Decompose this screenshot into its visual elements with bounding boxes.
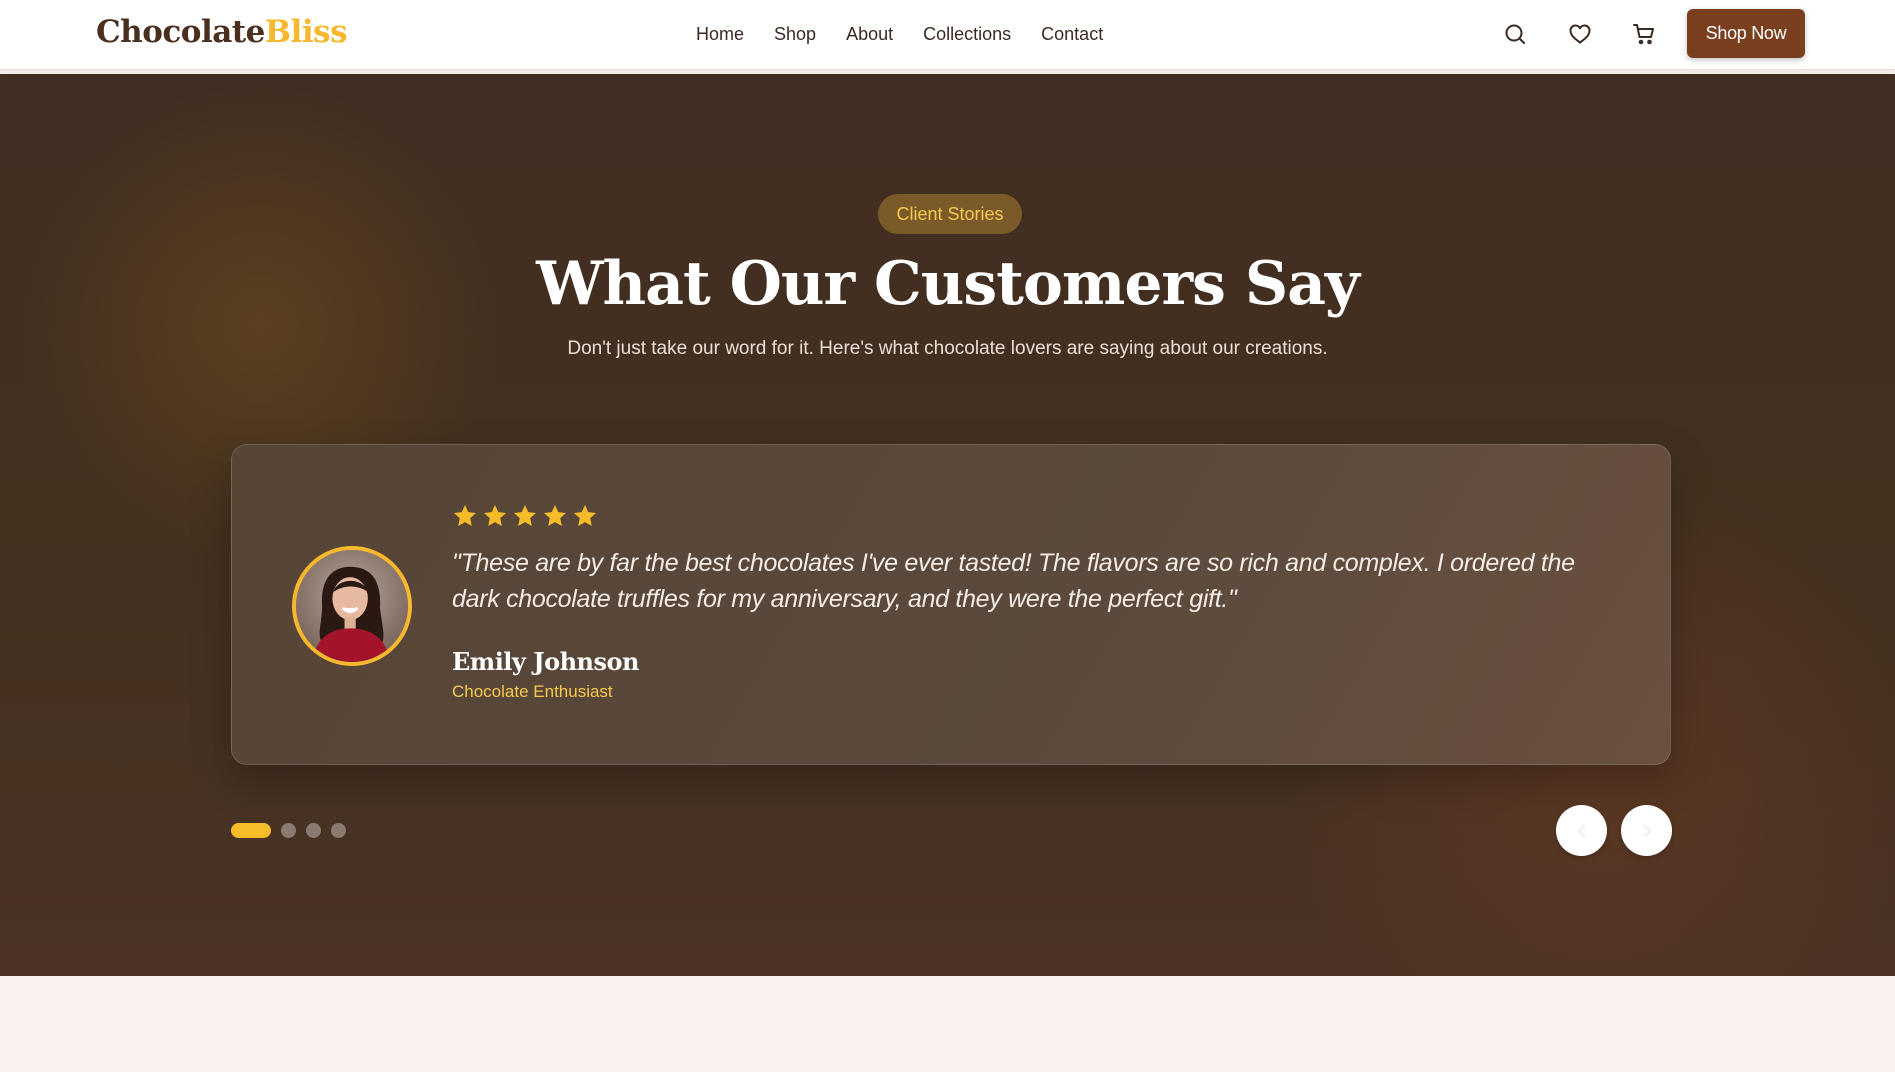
carousel-dot-4[interactable] xyxy=(331,823,346,838)
testimonial-quote: "These are by far the best chocolates I'… xyxy=(452,549,1575,613)
section-badge: Client Stories xyxy=(878,194,1022,234)
search-icon[interactable] xyxy=(1501,20,1529,48)
nav-contact[interactable]: Contact xyxy=(1041,24,1103,45)
section-title: What Our Customers Say xyxy=(536,249,1360,319)
cart-icon[interactable] xyxy=(1630,20,1658,48)
heart-icon[interactable] xyxy=(1566,20,1594,48)
carousel-dot-2[interactable] xyxy=(281,823,296,838)
testimonials-section: Client Stories What Our Customers Say Do… xyxy=(0,74,1895,976)
carousel-next-button[interactable] xyxy=(1621,805,1672,856)
avatar xyxy=(292,546,412,666)
customer-photo xyxy=(296,550,408,662)
star-icon xyxy=(513,504,537,526)
carousel-dot-1[interactable] xyxy=(231,823,271,838)
star-icon xyxy=(573,504,597,526)
star-icon xyxy=(453,504,477,526)
site-header: ChocolateBliss Home Shop About Collectio… xyxy=(0,0,1895,70)
shop-now-button[interactable]: Shop Now xyxy=(1687,9,1805,58)
rating-stars xyxy=(452,503,598,529)
nav-collections[interactable]: Collections xyxy=(923,24,1011,45)
logo[interactable]: ChocolateBliss xyxy=(96,14,348,50)
logo-text-bliss: Bliss xyxy=(264,14,348,50)
nav-shop[interactable]: Shop xyxy=(774,24,816,45)
carousel-prev-button[interactable] xyxy=(1556,805,1607,856)
nav-home[interactable]: Home xyxy=(696,24,744,45)
chevron-right-icon xyxy=(1643,824,1651,837)
main-nav: Home Shop About Collections Contact xyxy=(696,24,1103,45)
customer-name: Emily Johnson xyxy=(452,647,639,676)
carousel-dot-3[interactable] xyxy=(306,823,321,838)
carousel-pagination xyxy=(231,823,346,838)
nav-about[interactable]: About xyxy=(846,24,893,45)
chevron-left-icon xyxy=(1577,824,1585,837)
testimonial-card: "These are by far the best chocolates I'… xyxy=(231,444,1671,765)
customer-role: Chocolate Enthusiast xyxy=(452,682,613,701)
star-icon xyxy=(543,504,567,526)
section-subtitle: Don't just take our word for it. Here's … xyxy=(567,338,1328,359)
logo-text-chocolate: Chocolate xyxy=(96,14,265,50)
star-icon xyxy=(483,504,507,526)
